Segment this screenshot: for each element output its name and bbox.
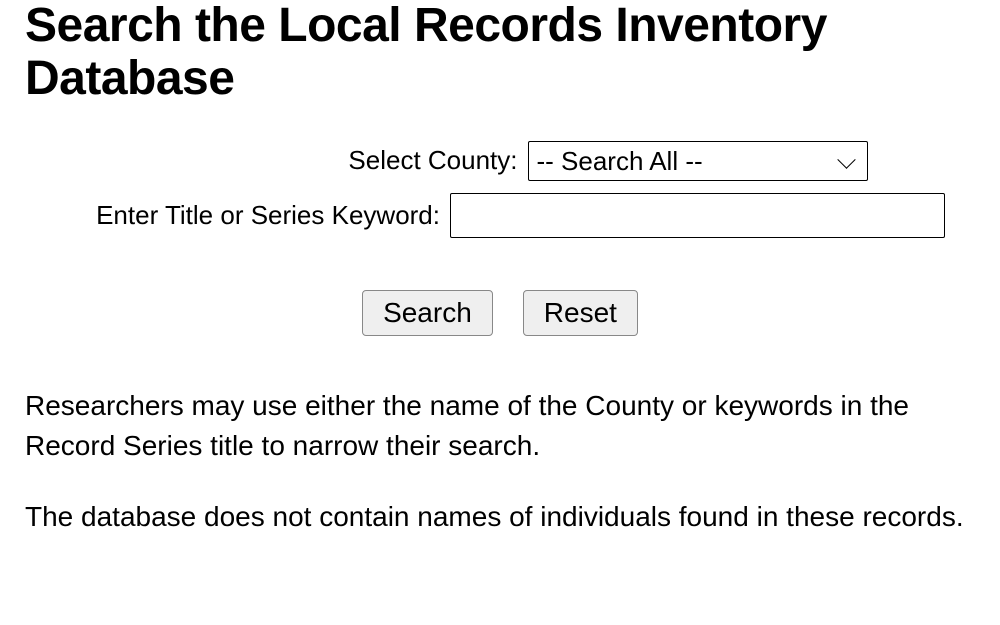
info-paragraph-2: The database does not contain names of i… bbox=[25, 497, 975, 538]
info-paragraph-1: Researchers may use either the name of t… bbox=[25, 386, 975, 467]
search-button[interactable]: Search bbox=[362, 290, 493, 336]
county-select-wrap: -- Search All -- bbox=[528, 141, 868, 181]
button-row: Search Reset bbox=[362, 290, 638, 336]
county-label: Select County: bbox=[133, 145, 528, 176]
county-row: Select County: -- Search All -- bbox=[133, 141, 868, 181]
keyword-label: Enter Title or Series Keyword: bbox=[55, 200, 450, 231]
search-form: Select County: -- Search All -- Enter Ti… bbox=[25, 141, 975, 336]
county-select[interactable]: -- Search All -- bbox=[528, 141, 868, 181]
keyword-row: Enter Title or Series Keyword: bbox=[55, 193, 945, 238]
reset-button[interactable]: Reset bbox=[523, 290, 638, 336]
page-title: Search the Local Records Inventory Datab… bbox=[25, 0, 975, 106]
keyword-input[interactable] bbox=[450, 193, 945, 238]
